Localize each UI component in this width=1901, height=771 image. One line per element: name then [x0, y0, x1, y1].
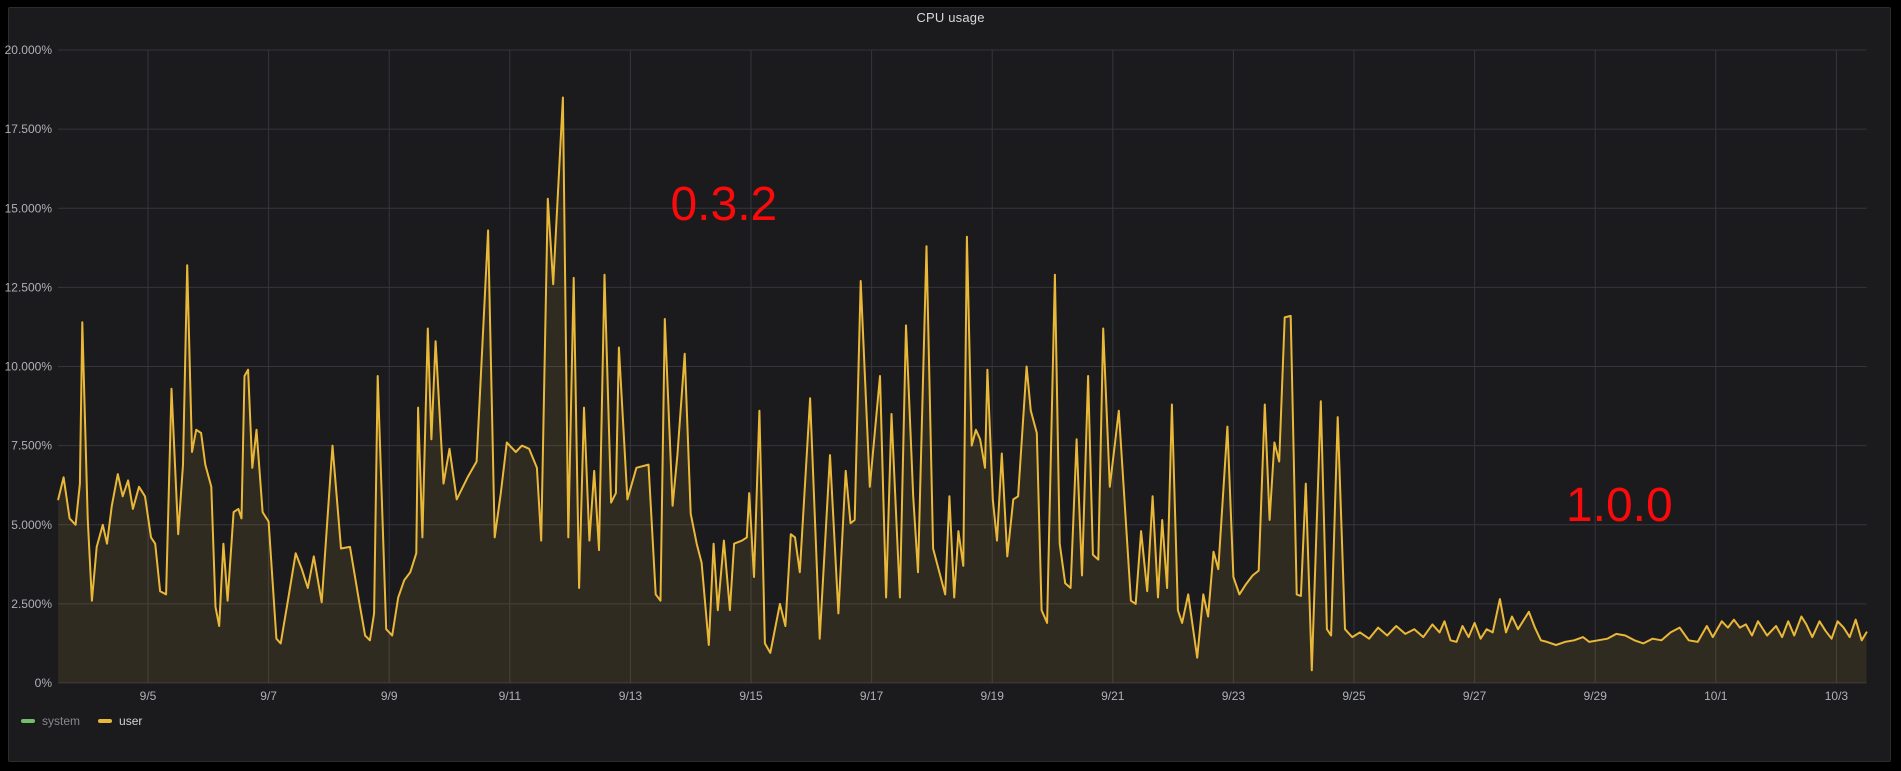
x-axis-tick-label: 9/5 [140, 689, 157, 703]
x-axis-tick-label: 10/3 [1825, 689, 1849, 703]
cpu-usage-chart[interactable]: 0% 2.500% 5.000% 7.500% 10.000% 12.500% 15.000… [0, 0, 1901, 771]
version-annotation-0.3.2: 0.3.2 [670, 181, 777, 229]
y-axis-tick-label: 12.500% [5, 280, 53, 294]
y-axis-tick-label: 15.000% [5, 201, 53, 215]
y-axis-tick-label: 5.000% [11, 518, 52, 532]
x-axis-tick-label: 10/1 [1704, 689, 1728, 703]
x-axis-tick-label: 9/7 [260, 689, 277, 703]
x-axis-tick-label: 9/15 [739, 689, 763, 703]
y-axis-tick-label: 17.500% [5, 122, 53, 136]
x-axis-tick-label: 9/11 [499, 689, 522, 703]
legend-swatch-system [21, 719, 35, 723]
y-axis-tick-label: 0% [35, 676, 53, 690]
legend-label-system: system [42, 712, 80, 730]
screen: CPU usage 0%2.500%5.000%7.500%10.000%12.… [0, 0, 1901, 771]
x-axis-tick-label: 9/21 [1101, 689, 1125, 703]
x-axis-tick-label: 9/17 [860, 689, 884, 703]
legend-item-system[interactable]: system [21, 712, 80, 730]
x-axis-tick-label: 9/27 [1463, 689, 1487, 703]
x-axis-tick-label: 9/19 [981, 689, 1005, 703]
legend: system user [21, 712, 142, 730]
x-axis-tick-label: 9/29 [1584, 689, 1608, 703]
x-axis-tick-label: 9/25 [1342, 689, 1366, 703]
y-axis-tick-label: 2.500% [11, 597, 52, 611]
legend-swatch-user [98, 719, 112, 723]
version-annotation-1.0.0: 1.0.0 [1566, 482, 1673, 530]
x-axis-tick-label: 9/13 [619, 689, 643, 703]
x-axis-tick-label: 9/9 [381, 689, 398, 703]
legend-label-user: user [119, 712, 142, 730]
y-axis-tick-label: 20.000% [5, 43, 53, 57]
x-axis-tick-label: 9/23 [1222, 689, 1246, 703]
legend-item-user[interactable]: user [98, 712, 142, 730]
y-axis-tick-label: 7.500% [11, 439, 52, 453]
y-axis-tick-label: 10.000% [5, 360, 53, 374]
